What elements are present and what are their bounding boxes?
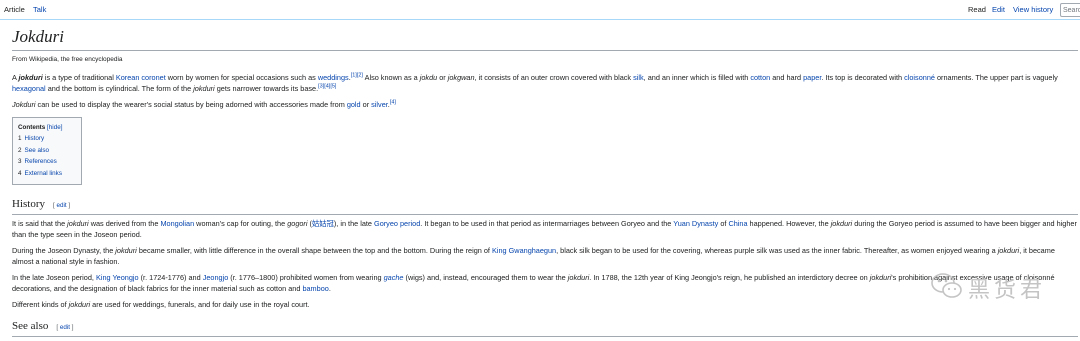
history-paragraph-1: It is said that the jokduri was derived …: [12, 219, 1077, 239]
link-china[interactable]: China: [728, 219, 747, 228]
tab-read[interactable]: Read: [968, 5, 986, 15]
intro-paragraph-2: Jokduri can be used to display the weare…: [12, 99, 396, 109]
link-yuan-dynasty[interactable]: Yuan Dynasty: [673, 219, 718, 228]
link-weddings[interactable]: weddings: [318, 73, 349, 82]
page-title: Jokduri: [12, 27, 64, 46]
link-jeongjo[interactable]: Jeongjo: [203, 273, 229, 282]
watermark-text: 黑货君: [968, 278, 1047, 303]
link-gold[interactable]: gold: [347, 100, 361, 109]
wechat-icon: [931, 273, 962, 298]
toc-hide-toggle[interactable]: [hide]: [47, 124, 62, 131]
toc-item-history[interactable]: 1 History: [18, 133, 76, 145]
article-content: Jokduri From Wikipedia, the free encyclo…: [12, 26, 1078, 341]
watermark: 黑货君: [924, 270, 1074, 303]
cite-4[interactable]: [4]: [390, 100, 396, 106]
intro-paragraph-1: A jokduri is a type of traditional Korea…: [12, 72, 1058, 93]
tab-divider: [0, 19, 1080, 20]
edit-see-also-link[interactable]: [ edit ]: [56, 324, 73, 331]
link-silver[interactable]: silver: [371, 100, 388, 109]
link-king-yeongjo[interactable]: King Yeongjo: [96, 273, 139, 282]
cite-1-2[interactable]: [1][2]: [351, 73, 363, 79]
tab-article[interactable]: Article: [4, 5, 25, 15]
history-paragraph-3: In the late Joseon period, King Yeongjo …: [12, 273, 1055, 293]
link-coronet[interactable]: coronet: [141, 73, 165, 82]
link-king-gwanghaegun[interactable]: King Gwanghaegun: [492, 246, 556, 255]
history-paragraph-4: Different kinds of jokduri are used for …: [12, 300, 310, 309]
tab-edit[interactable]: Edit: [992, 5, 1005, 15]
toc-title: Contents [hide]: [18, 123, 63, 131]
link-cloisonne[interactable]: cloisonné: [904, 73, 935, 82]
edit-history-link[interactable]: [ edit ]: [53, 202, 70, 209]
history-paragraph-2: During the Joseon Dynasty, the jokduri b…: [12, 246, 1055, 266]
link-bamboo[interactable]: bamboo: [302, 284, 328, 293]
link-silk[interactable]: silk: [633, 73, 644, 82]
section-heading-history: History[ edit ]: [12, 198, 71, 210]
link-mongolian[interactable]: Mongolian: [160, 219, 194, 228]
section-heading-see-also: See also[ edit ]: [12, 319, 74, 332]
search-input[interactable]: Search: [1060, 3, 1080, 17]
tab-view-history[interactable]: View history: [1013, 5, 1053, 15]
link-paper[interactable]: paper: [803, 73, 821, 82]
link-gogori-hanja[interactable]: 姑姑冠: [312, 219, 334, 228]
table-of-contents: Contents [hide] 1 History 2 See also 3 Refe…: [12, 116, 82, 185]
see-also-divider: [12, 335, 1078, 337]
tab-talk[interactable]: Talk: [33, 5, 46, 15]
tagline: From Wikipedia, the free encyclopedia: [12, 56, 123, 63]
history-divider: [12, 214, 1078, 215]
toc-item-see-also[interactable]: 2 See also: [18, 145, 76, 157]
cite-3-4-5[interactable]: [3][4][5]: [318, 83, 336, 89]
toc-item-references[interactable]: 3 References: [18, 156, 76, 168]
link-cotton[interactable]: cotton: [750, 73, 770, 82]
link-goryeo-period[interactable]: Goryeo period: [374, 219, 420, 228]
link-hexagonal[interactable]: hexagonal: [12, 84, 46, 93]
toc-item-external-links[interactable]: 4 External links: [18, 168, 76, 180]
top-tab-bar: Article Talk Read Edit View history Sear…: [0, 0, 1080, 21]
link-korean[interactable]: Korean: [116, 73, 140, 82]
title-divider: [12, 50, 1078, 51]
link-gache[interactable]: gache: [384, 273, 404, 282]
